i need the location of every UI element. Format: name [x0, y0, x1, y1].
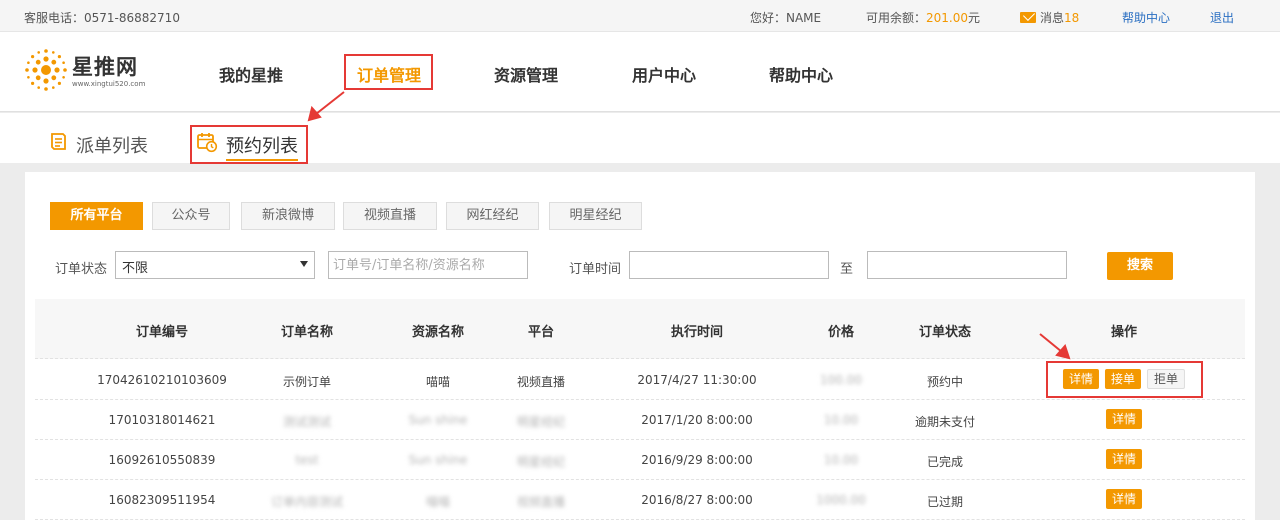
cell-platform: 视频直播: [516, 495, 566, 509]
message-count: 18: [1064, 11, 1080, 25]
platform-all[interactable]: 所有平台: [50, 202, 143, 230]
nav-resource-management[interactable]: 资源管理: [494, 62, 558, 86]
cell-platform: 明星经纪: [516, 455, 566, 469]
table-row: 16082309511954 订单内容测试 喵喵 视频直播 2016/8/27 …: [35, 480, 1245, 520]
cell-exec-time: 2016/8/27 8:00:00: [641, 493, 753, 507]
cell-order-name: 示例订单: [282, 375, 332, 389]
status-select-value: 不限: [122, 261, 149, 276]
messages-label: 消息: [1040, 11, 1065, 25]
cell-order-name: 测试测试: [282, 415, 332, 429]
row-actions: 详情: [1103, 489, 1145, 509]
top-bar: 客服电话：0571-86882710 您好：NAME 可用余额：201.00元 …: [0, 0, 1280, 32]
col-order-id: 订单编号: [135, 325, 189, 340]
platform-wechat[interactable]: 公众号: [152, 202, 230, 230]
cell-resource-name: 喵喵: [425, 375, 451, 389]
cell-resource-name: 喵喵: [425, 495, 451, 509]
start-date-input[interactable]: [629, 251, 829, 279]
messages-link[interactable]: 消息18: [1020, 9, 1079, 26]
platform-celebrity[interactable]: 明星经纪: [549, 202, 642, 230]
cell-order-id: 17010318014621: [108, 413, 216, 427]
cell-order-name: test: [295, 453, 319, 467]
cell-order-name: 订单内容测试: [270, 495, 344, 509]
cell-platform: 明星经纪: [516, 415, 566, 429]
nav-my-xingtui[interactable]: 我的星推: [219, 62, 283, 86]
nav-highlight-box: [344, 54, 433, 90]
keyword-input[interactable]: [328, 251, 528, 279]
tab-dispatch-list[interactable]: 派单列表: [76, 132, 148, 158]
cell-resource-name: Sun shine: [408, 413, 468, 427]
details-button[interactable]: 详情: [1105, 409, 1143, 429]
details-button[interactable]: 详情: [1105, 449, 1143, 469]
status-select[interactable]: 不限: [115, 251, 315, 279]
cell-platform: 视频直播: [516, 375, 566, 389]
table-row: 17010318014621 测试测试 Sun shine 明星经纪 2017/…: [35, 400, 1245, 440]
balance-unit: 元: [968, 11, 981, 25]
search-button[interactable]: 搜索: [1107, 252, 1173, 280]
cell-status: 已过期: [926, 495, 964, 509]
col-exec-time: 执行时间: [670, 325, 724, 340]
col-price: 价格: [827, 325, 855, 340]
dispatch-list-icon: [51, 133, 66, 150]
platform-weibo[interactable]: 新浪微博: [241, 202, 335, 230]
time-label: 订单时间: [569, 262, 622, 277]
col-status: 订单状态: [918, 325, 972, 340]
cell-order-id: 17042610210103609: [97, 373, 227, 387]
main-header: 星推网 www.xingtui520.com 我的星推 订单管理 资源管理 用户…: [0, 32, 1280, 112]
cell-price: 1000.00: [816, 493, 866, 507]
envelope-icon: [1020, 12, 1036, 23]
cell-order-id: 16092610550839: [108, 453, 216, 467]
cell-status: 预约中: [926, 375, 964, 389]
dropdown-arrow-icon: [300, 261, 308, 267]
nav-user-center[interactable]: 用户中心: [632, 62, 696, 86]
help-center-link[interactable]: 帮助中心: [1122, 9, 1170, 26]
subtab-highlight-box: [190, 125, 308, 164]
cell-price: 10.00: [823, 453, 859, 467]
details-button[interactable]: 详情: [1105, 489, 1143, 509]
logo[interactable]: 星推网 www.xingtui520.com: [24, 48, 154, 96]
actions-highlight-box: [1046, 361, 1203, 398]
col-resource-name: 资源名称: [411, 325, 465, 340]
cell-status: 已完成: [926, 455, 964, 469]
cell-resource-name: Sun shine: [408, 453, 468, 467]
logo-name: 星推网: [72, 55, 138, 79]
end-date-input[interactable]: [867, 251, 1067, 279]
col-actions: 操作: [1110, 325, 1138, 340]
main-panel: 所有平台 公众号 新浪微博 视频直播 网红经纪 明星经纪 订单状态 不限 订单时…: [25, 172, 1255, 520]
nav-help-center[interactable]: 帮助中心: [769, 62, 833, 86]
row-actions: 详情: [1103, 409, 1145, 429]
cell-exec-time: 2017/1/20 8:00:00: [641, 413, 753, 427]
to-label: 至: [840, 262, 854, 277]
cell-exec-time: 2017/4/27 11:30:00: [637, 373, 757, 387]
balance-amount: 201.00: [926, 11, 969, 25]
platform-influencer[interactable]: 网红经纪: [446, 202, 539, 230]
cell-status: 逾期未支付: [914, 415, 976, 429]
col-platform: 平台: [527, 325, 555, 340]
platform-live-video[interactable]: 视频直播: [343, 202, 437, 230]
service-phone: 客服电话：0571-86882710: [24, 11, 180, 25]
cell-order-id: 16082309511954: [108, 493, 216, 507]
logout-link[interactable]: 退出: [1210, 9, 1234, 26]
table-header: 订单编号 订单名称 资源名称 平台 执行时间 价格 订单状态 操作: [35, 299, 1245, 359]
logo-url: www.xingtui520.com: [72, 80, 146, 88]
balance: 可用余额：201.00元: [866, 9, 980, 26]
cell-exec-time: 2016/9/29 8:00:00: [641, 453, 753, 467]
balance-label: 可用余额：: [866, 11, 927, 25]
table-row: 16092610550839 test Sun shine 明星经纪 2016/…: [35, 440, 1245, 480]
cell-price: 10.00: [823, 413, 859, 427]
row-actions: 详情: [1103, 449, 1145, 469]
col-order-name: 订单名称: [280, 325, 334, 340]
status-label: 订单状态: [55, 262, 108, 277]
cell-price: 100.00: [820, 373, 862, 387]
logo-star-icon: [25, 49, 67, 91]
user-greeting: 您好：NAME: [750, 11, 822, 25]
